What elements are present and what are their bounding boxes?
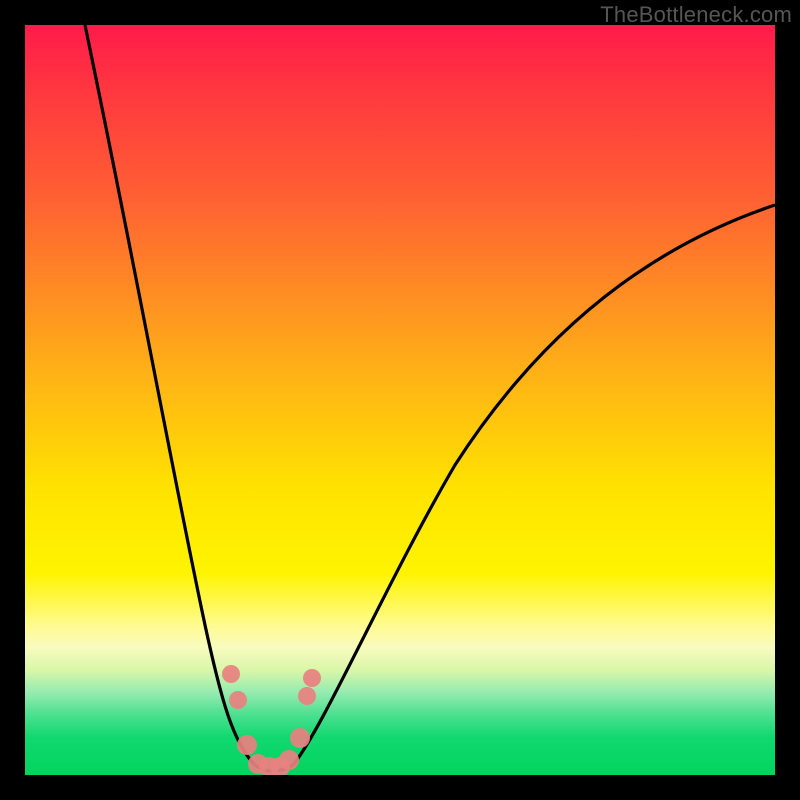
bottleneck-curve (25, 25, 775, 775)
marker-dots (222, 665, 321, 775)
chart-frame: TheBottleneck.com (0, 0, 800, 800)
curve-left-arm (85, 25, 255, 765)
curve-right-arm (293, 205, 775, 765)
watermark-text: TheBottleneck.com (600, 2, 792, 28)
plot-area (25, 25, 775, 775)
